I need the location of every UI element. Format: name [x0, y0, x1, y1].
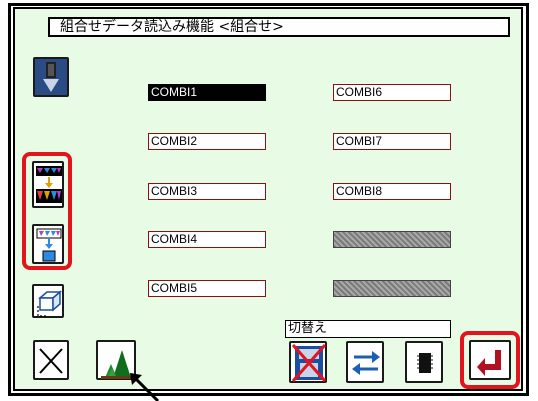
load-button[interactable]	[33, 57, 69, 97]
mouse-cursor-icon	[129, 372, 160, 401]
load-arrow-icon	[35, 59, 67, 95]
cube-outline-icon	[37, 290, 63, 317]
combination-sets-icon	[36, 166, 62, 203]
slot-combi3[interactable]: COMBI3	[148, 183, 266, 200]
slot-combi5[interactable]: COMBI5	[148, 280, 266, 297]
combination-sets-button[interactable]	[32, 161, 64, 208]
pc-disabled-icon	[291, 344, 327, 382]
combination-single-button[interactable]	[32, 224, 64, 264]
slot-combi7[interactable]: COMBI7	[333, 133, 451, 150]
switch-label: 切替え	[285, 320, 451, 338]
combination-single-icon	[36, 228, 62, 262]
cancel-button[interactable]	[33, 340, 69, 380]
close-x-icon	[39, 348, 63, 374]
slot-combi2[interactable]: COMBI2	[148, 133, 266, 150]
slot-combi1[interactable]: COMBI1	[148, 84, 266, 101]
slot-empty-2	[333, 280, 451, 297]
slot-combi8[interactable]: COMBI8	[333, 183, 451, 200]
enter-return-icon	[477, 350, 501, 376]
slot-combi6[interactable]: COMBI6	[333, 84, 451, 101]
enter-button[interactable]	[469, 340, 511, 380]
slot-combi4[interactable]: COMBI4	[148, 231, 266, 248]
memory-chip-icon	[417, 353, 433, 373]
page-title: 組合せデータ読込み機能 <組合せ>	[48, 17, 510, 37]
exchange-button[interactable]	[346, 341, 384, 383]
pc-disabled-button[interactable]	[289, 341, 327, 383]
slot-empty-1	[333, 231, 451, 248]
exchange-arrows-icon	[352, 351, 380, 375]
cube-button[interactable]	[32, 284, 64, 318]
chip-button[interactable]	[405, 341, 443, 383]
